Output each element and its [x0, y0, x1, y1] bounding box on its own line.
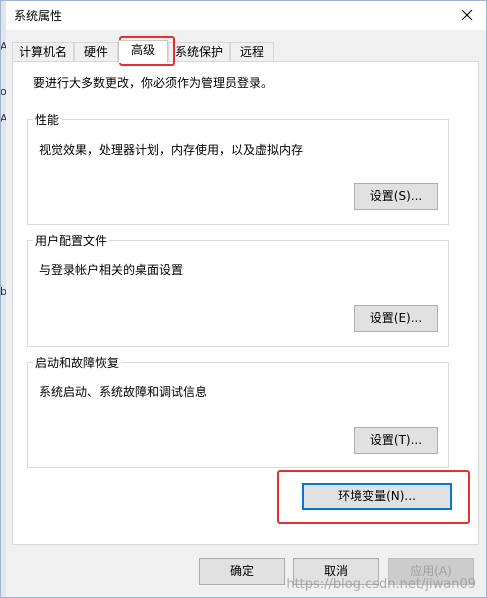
startup-recovery-description: 系统启动、系统故障和调试信息 — [39, 385, 208, 399]
tab-advanced[interactable]: 高级 — [118, 40, 168, 63]
dialog-client-area: 计算机名 硬件 高级 系统保护 远程 要进行大多数更改，你必须作为管理员登录。 … — [6, 30, 486, 598]
performance-settings-button[interactable]: 设置(S)... — [354, 183, 438, 210]
user-profiles-description: 与登录帐户相关的桌面设置 — [39, 263, 184, 277]
startup-recovery-group: 启动和故障恢复 系统启动、系统故障和调试信息 设置(T)... — [27, 354, 449, 468]
tab-computer-name[interactable]: 计算机名 — [12, 42, 74, 62]
tab-remote[interactable]: 远程 — [230, 42, 274, 62]
tab-system-protection[interactable]: 系统保护 — [168, 42, 230, 62]
startup-recovery-group-title: 启动和故障恢复 — [33, 354, 122, 371]
user-profiles-group-title: 用户配置文件 — [33, 232, 110, 249]
user-profiles-group: 用户配置文件 与登录帐户相关的桌面设置 设置(E)... — [27, 232, 449, 347]
performance-group-title: 性能 — [33, 111, 62, 128]
user-profiles-settings-button[interactable]: 设置(E)... — [354, 305, 438, 332]
ok-button[interactable]: 确定 — [199, 558, 285, 585]
close-icon — [461, 9, 473, 21]
window-title: 系统属性 — [14, 9, 63, 23]
admin-notice: 要进行大多数更改，你必须作为管理员登录。 — [33, 76, 274, 90]
environment-variables-button[interactable]: 环境变量(N)... — [302, 483, 452, 510]
startup-recovery-settings-button[interactable]: 设置(T)... — [354, 427, 438, 454]
performance-description: 视觉效果，处理器计划，内存使用，以及虚拟内存 — [39, 143, 304, 157]
watermark-text: https://blog.csdn.net/jiwan09 — [286, 577, 476, 592]
title-bar: 系统属性 — [6, 0, 486, 30]
performance-group: 性能 视觉效果，处理器计划，内存使用，以及虚拟内存 设置(S)... — [27, 111, 449, 225]
advanced-tab-panel: 要进行大多数更改，你必须作为管理员登录。 性能 视觉效果，处理器计划，内存使用，… — [12, 61, 479, 545]
tab-hardware[interactable]: 硬件 — [74, 42, 118, 62]
close-button[interactable] — [456, 4, 478, 26]
